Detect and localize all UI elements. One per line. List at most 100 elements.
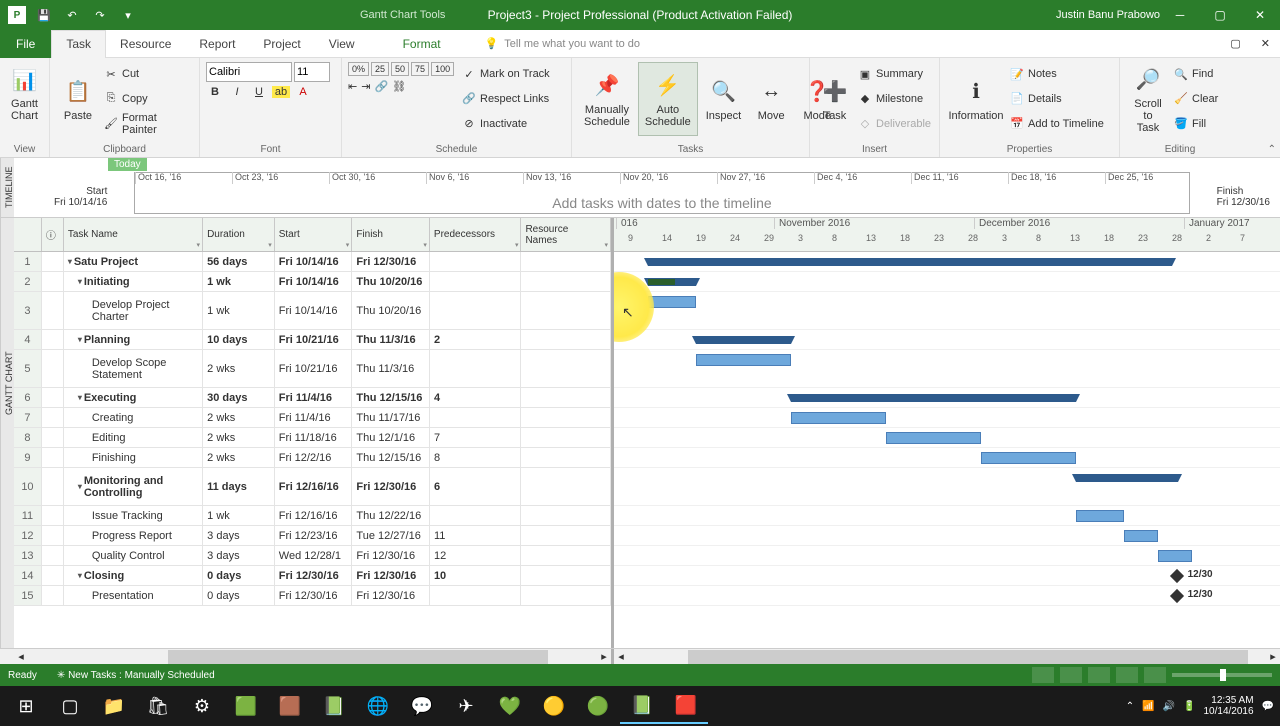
manually-schedule-button[interactable]: 📌Manually Schedule	[578, 62, 636, 136]
paste-button[interactable]: 📋 Paste	[56, 62, 100, 136]
whatsapp-button[interactable]: 💬	[400, 688, 444, 724]
close-icon[interactable]: ✕	[1240, 0, 1280, 30]
font-name-input[interactable]	[206, 62, 292, 82]
move-button[interactable]: ↔Move	[749, 62, 793, 136]
app-button-3[interactable]: 🟢	[576, 688, 620, 724]
tray-wifi-icon[interactable]: 📶	[1142, 701, 1154, 712]
col-indicator-header[interactable]: ⓘ	[42, 218, 64, 251]
gantt-row[interactable]: 12/30	[614, 586, 1280, 606]
summary-bar[interactable]	[791, 394, 1077, 402]
add-timeline-button[interactable]: 📅Add to Timeline	[1006, 113, 1113, 135]
task-bar[interactable]	[696, 354, 791, 366]
view-task-usage-button[interactable]	[1060, 667, 1082, 683]
gantt-row[interactable]	[614, 252, 1280, 272]
inactivate-button[interactable]: ⊘Inactivate	[458, 113, 565, 135]
format-painter-button[interactable]: 🖌Format Painter	[100, 113, 193, 135]
app-button-2[interactable]: 🟫	[268, 688, 312, 724]
view-team-planner-button[interactable]	[1088, 667, 1110, 683]
outdent-button[interactable]: ⇤	[348, 80, 357, 93]
tray-up-icon[interactable]: ⌃	[1126, 701, 1134, 712]
task-view-button[interactable]: ▢	[48, 688, 92, 724]
line-button[interactable]: 💚	[488, 688, 532, 724]
task-row[interactable]: 6▾Executing30 daysFri 11/4/16Thu 12/15/1…	[14, 388, 611, 408]
summary-bar[interactable]	[1076, 474, 1178, 482]
font-size-input[interactable]	[294, 62, 330, 82]
settings-button[interactable]: ⚙	[180, 688, 224, 724]
tell-me-input[interactable]: 💡 Tell me what you want to do	[485, 37, 640, 50]
tab-project[interactable]: Project	[249, 30, 314, 58]
ribbon-restore-icon[interactable]: ▢	[1230, 37, 1240, 50]
tab-task[interactable]: Task	[51, 30, 106, 58]
pct-75-button[interactable]: 75	[411, 62, 429, 76]
task-bar[interactable]	[981, 452, 1076, 464]
task-row[interactable]: 2▾Initiating1 wkFri 10/14/16Thu 10/20/16	[14, 272, 611, 292]
pct-25-button[interactable]: 25	[371, 62, 389, 76]
tray-battery-icon[interactable]: 🔋	[1183, 701, 1195, 712]
task-row[interactable]: 10▾Monitoring and Controlling11 daysFri …	[14, 468, 611, 506]
scroll-to-task-button[interactable]: 🔎Scroll to Task	[1126, 62, 1170, 136]
tray-volume-icon[interactable]: 🔊	[1163, 701, 1175, 712]
clear-button[interactable]: 🧹Clear	[1170, 88, 1234, 110]
gantt-row[interactable]: 12/30	[614, 566, 1280, 586]
gantt-chart[interactable]: 016November 2016December 2016January 201…	[614, 218, 1280, 648]
edge-button[interactable]: 🌐	[356, 688, 400, 724]
ribbon-close-icon[interactable]: ✕	[1261, 37, 1270, 50]
bold-button[interactable]: B	[206, 86, 224, 98]
underline-button[interactable]: U	[250, 86, 268, 98]
milestone-marker[interactable]	[1170, 589, 1184, 603]
task-insert-button[interactable]: ➕Task	[816, 62, 854, 136]
task-row[interactable]: 12Progress Report3 daysFri 12/23/16Tue 1…	[14, 526, 611, 546]
tray-notifications-icon[interactable]: 💬	[1262, 701, 1274, 712]
fill-button[interactable]: 🪣Fill	[1170, 113, 1234, 135]
link-button[interactable]: 🔗	[374, 80, 388, 93]
zoom-slider[interactable]	[1172, 673, 1272, 677]
pct-100-button[interactable]: 100	[431, 62, 454, 76]
telegram-button[interactable]: ✈	[444, 688, 488, 724]
undo-icon[interactable]: ↶	[62, 5, 82, 25]
col-pred-header[interactable]: Predecessors▾	[430, 218, 522, 251]
col-taskname-header[interactable]: Task Name▾	[64, 218, 203, 251]
highlight-button[interactable]: ab	[272, 86, 290, 98]
milestone-button[interactable]: ◆Milestone	[854, 88, 935, 110]
tab-report[interactable]: Report	[185, 30, 249, 58]
summary-bar[interactable]	[648, 258, 1172, 266]
view-report-button[interactable]	[1144, 667, 1166, 683]
gantt-row[interactable]	[614, 468, 1280, 506]
task-row[interactable]: 9Finishing2 wksFri 12/2/16Thu 12/15/168	[14, 448, 611, 468]
respect-links-button[interactable]: 🔗Respect Links	[458, 88, 565, 110]
unlink-button[interactable]: ⛓	[392, 80, 406, 93]
view-gantt-button[interactable]	[1032, 667, 1054, 683]
task-row[interactable]: 11Issue Tracking1 wkFri 12/16/16Thu 12/2…	[14, 506, 611, 526]
col-finish-header[interactable]: Finish▾	[352, 218, 430, 251]
excel-button[interactable]: 📗	[312, 688, 356, 724]
information-button[interactable]: ℹInformation	[946, 62, 1006, 136]
col-id-header[interactable]	[14, 218, 42, 251]
summary-bar[interactable]	[696, 336, 791, 344]
task-bar[interactable]	[1158, 550, 1192, 562]
gantt-row[interactable]	[614, 388, 1280, 408]
task-row[interactable]: 4▾Planning10 daysFri 10/21/16Thu 11/3/16…	[14, 330, 611, 350]
task-bar[interactable]	[1076, 510, 1124, 522]
col-resource-header[interactable]: Resource Names▾	[521, 218, 611, 251]
auto-schedule-button[interactable]: ⚡Auto Schedule	[638, 62, 698, 136]
find-button[interactable]: 🔍Find	[1170, 63, 1234, 85]
view-resource-sheet-button[interactable]	[1116, 667, 1138, 683]
task-row[interactable]: 8Editing2 wksFri 11/18/16Thu 12/1/167	[14, 428, 611, 448]
camtasia-button[interactable]: 🟥	[664, 688, 708, 724]
minimize-icon[interactable]: ─	[1160, 0, 1200, 30]
gantt-row[interactable]	[614, 448, 1280, 468]
mark-on-track-button[interactable]: ✓Mark on Track	[458, 63, 565, 85]
notes-button[interactable]: 📝Notes	[1006, 63, 1113, 85]
gantt-row[interactable]	[614, 506, 1280, 526]
pct-50-button[interactable]: 50	[391, 62, 409, 76]
deliverable-button[interactable]: ◇Deliverable	[854, 113, 935, 135]
task-bar[interactable]	[886, 432, 981, 444]
col-duration-header[interactable]: Duration▾	[203, 218, 275, 251]
horizontal-scrollbars[interactable]: ◂▸ ◂▸	[0, 648, 1280, 664]
summary-button[interactable]: ▣Summary	[854, 63, 935, 85]
store-button[interactable]: 🛍	[136, 688, 180, 724]
col-start-header[interactable]: Start▾	[275, 218, 353, 251]
tab-view[interactable]: View	[315, 30, 369, 58]
task-bar[interactable]	[648, 296, 696, 308]
app-button-1[interactable]: 🟩	[224, 688, 268, 724]
